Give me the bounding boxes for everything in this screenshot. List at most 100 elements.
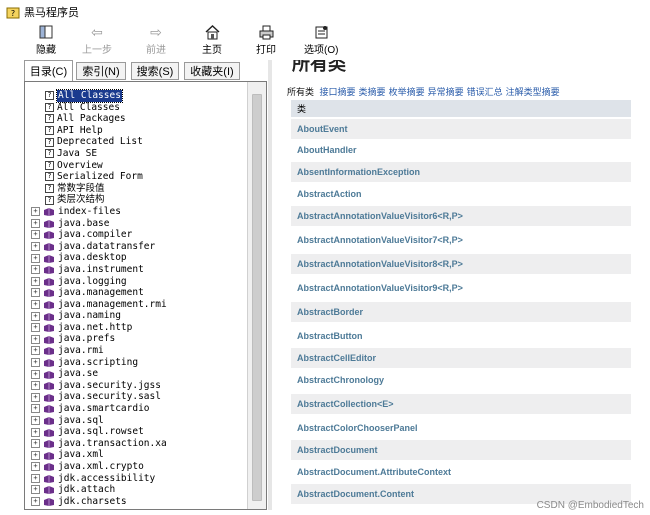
- tree-package-item[interactable]: + java.xml.crypto: [25, 461, 167, 473]
- expand-icon[interactable]: +: [31, 485, 40, 495]
- tree-help-item[interactable]: ? All Classes: [25, 89, 167, 103]
- expand-icon[interactable]: +: [31, 392, 40, 402]
- tree-help-item[interactable]: ? All Packages: [25, 113, 167, 125]
- summary-nav-link[interactable]: 类摘要: [359, 87, 386, 97]
- print-button[interactable]: 打印: [256, 24, 276, 58]
- tree-help-item[interactable]: ? Overview: [25, 160, 167, 172]
- summary-nav-link[interactable]: 注解类型摘要: [506, 87, 560, 97]
- tree-package-item[interactable]: + java.net.http: [25, 322, 167, 334]
- toolbar: 隐藏 ⇦ 上一步 ⇨ 前进 主页 打印 选项(O): [0, 24, 650, 58]
- home-button[interactable]: 主页: [202, 24, 222, 58]
- class-link[interactable]: AbstractChronology: [291, 370, 631, 390]
- tree-package-item[interactable]: + java.naming: [25, 310, 167, 322]
- class-link[interactable]: AbstractDocument: [291, 440, 631, 460]
- tree-package-item[interactable]: + java.transaction.xa: [25, 438, 167, 450]
- tree-help-item[interactable]: ? 类层次结构: [25, 194, 167, 206]
- tree-package-item[interactable]: + java.rmi: [25, 345, 167, 357]
- tab-index[interactable]: 索引(N): [76, 62, 126, 80]
- expand-icon[interactable]: +: [31, 369, 40, 379]
- tree-package-item[interactable]: + java.logging: [25, 276, 167, 288]
- class-link[interactable]: AbstractDocument.AttributeContext: [291, 462, 631, 482]
- tree-package-item[interactable]: + java.security.sasl: [25, 391, 167, 403]
- tree-package-item[interactable]: + java.datatransfer: [25, 241, 167, 253]
- tree-help-item[interactable]: ? Serialized Form: [25, 171, 167, 183]
- tree-package-item[interactable]: + java.management: [25, 287, 167, 299]
- expand-icon[interactable]: +: [31, 334, 40, 344]
- class-link[interactable]: AboutHandler: [291, 140, 631, 160]
- class-link[interactable]: AbstractButton: [291, 326, 631, 346]
- tree-package-item[interactable]: + java.desktop: [25, 252, 167, 264]
- tree-package-item[interactable]: + java.prefs: [25, 333, 167, 345]
- tree-package-item[interactable]: + java.sql: [25, 415, 167, 427]
- expand-icon[interactable]: +: [31, 218, 40, 228]
- tree-scrollbar[interactable]: [247, 82, 266, 509]
- tab-search[interactable]: 搜索(S): [131, 62, 179, 80]
- tree-package-item[interactable]: + java.smartcardio: [25, 403, 167, 415]
- expand-icon[interactable]: +: [31, 265, 40, 275]
- tree-help-item[interactable]: ? Java SE: [25, 148, 167, 160]
- tree-help-item[interactable]: ? API Help: [25, 125, 167, 137]
- help-page-icon: ?: [45, 172, 54, 182]
- tree-package-item[interactable]: + jdk.accessibility: [25, 473, 167, 485]
- expand-icon[interactable]: +: [31, 242, 40, 252]
- tree-package-item[interactable]: + index-files: [25, 206, 167, 218]
- tab-contents[interactable]: 目录(C): [24, 60, 73, 82]
- tree-package-item[interactable]: + java.xml: [25, 449, 167, 461]
- back-button[interactable]: ⇦ 上一步: [82, 24, 112, 58]
- expand-icon[interactable]: +: [31, 311, 40, 321]
- summary-nav-link[interactable]: 接口摘要: [320, 87, 356, 97]
- expand-icon[interactable]: +: [31, 276, 40, 286]
- expand-icon[interactable]: +: [31, 230, 40, 240]
- class-link[interactable]: AbstractCollection<E>: [291, 394, 631, 414]
- tree-package-item[interactable]: + java.management.rmi: [25, 299, 167, 311]
- expand-icon[interactable]: +: [31, 427, 40, 437]
- tree-help-item[interactable]: ? All Classes: [25, 102, 167, 114]
- class-link[interactable]: AbstractAnnotationValueVisitor7<R,P>: [291, 230, 631, 250]
- summary-nav-link[interactable]: 异常摘要: [428, 87, 464, 97]
- tree-package-item[interactable]: + java.se: [25, 368, 167, 380]
- class-link[interactable]: AbstractCellEditor: [291, 348, 631, 368]
- summary-nav-link[interactable]: 错误汇总: [467, 87, 503, 97]
- class-link[interactable]: AbsentInformationException: [291, 162, 631, 182]
- expand-icon[interactable]: +: [31, 357, 40, 367]
- expand-icon[interactable]: +: [31, 381, 40, 391]
- tree-package-item[interactable]: + java.scripting: [25, 357, 167, 369]
- tree-scrollbar-thumb[interactable]: [252, 94, 262, 501]
- expand-icon[interactable]: +: [31, 450, 40, 460]
- expand-icon[interactable]: +: [31, 497, 40, 507]
- book-icon: [44, 498, 54, 507]
- expand-icon[interactable]: +: [31, 473, 40, 483]
- tree-package-item[interactable]: + java.instrument: [25, 264, 167, 276]
- expand-icon[interactable]: +: [31, 415, 40, 425]
- tree-help-item[interactable]: ? Deprecated List: [25, 136, 167, 148]
- expand-icon[interactable]: +: [31, 462, 40, 472]
- hide-button[interactable]: 隐藏: [36, 24, 56, 58]
- tree-help-item[interactable]: ? 常数字段值: [25, 183, 167, 195]
- tree-package-item[interactable]: + java.compiler: [25, 229, 167, 241]
- expand-icon[interactable]: +: [31, 288, 40, 298]
- expand-icon[interactable]: +: [31, 207, 40, 217]
- tab-favorites[interactable]: 收藏夹(I): [184, 62, 240, 80]
- expand-icon[interactable]: +: [31, 439, 40, 449]
- expand-icon[interactable]: +: [31, 346, 40, 356]
- expand-icon[interactable]: +: [31, 253, 40, 263]
- class-link[interactable]: AboutEvent: [291, 119, 631, 139]
- expand-icon[interactable]: +: [31, 323, 40, 333]
- class-link[interactable]: AbstractAnnotationValueVisitor9<R,P>: [291, 278, 631, 298]
- tree-package-item[interactable]: + jdk.charsets: [25, 496, 167, 508]
- forward-button[interactable]: ⇨ 前进: [146, 24, 166, 58]
- class-table-header: 类: [291, 100, 631, 117]
- class-link[interactable]: AbstractAction: [291, 184, 631, 204]
- expand-icon[interactable]: +: [31, 299, 40, 309]
- options-button[interactable]: 选项(O): [304, 24, 338, 58]
- summary-nav-link[interactable]: 枚举摘要: [389, 87, 425, 97]
- class-link[interactable]: AbstractAnnotationValueVisitor6<R,P>: [291, 206, 631, 226]
- class-link[interactable]: AbstractAnnotationValueVisitor8<R,P>: [291, 254, 631, 274]
- class-link[interactable]: AbstractColorChooserPanel: [291, 418, 631, 438]
- tree-package-item[interactable]: + java.sql.rowset: [25, 426, 167, 438]
- class-link[interactable]: AbstractBorder: [291, 302, 631, 322]
- tree-package-item[interactable]: + java.security.jgss: [25, 380, 167, 392]
- tree-package-item[interactable]: + jdk.attach: [25, 484, 167, 496]
- tree-package-item[interactable]: + java.base: [25, 218, 167, 230]
- expand-icon[interactable]: +: [31, 404, 40, 414]
